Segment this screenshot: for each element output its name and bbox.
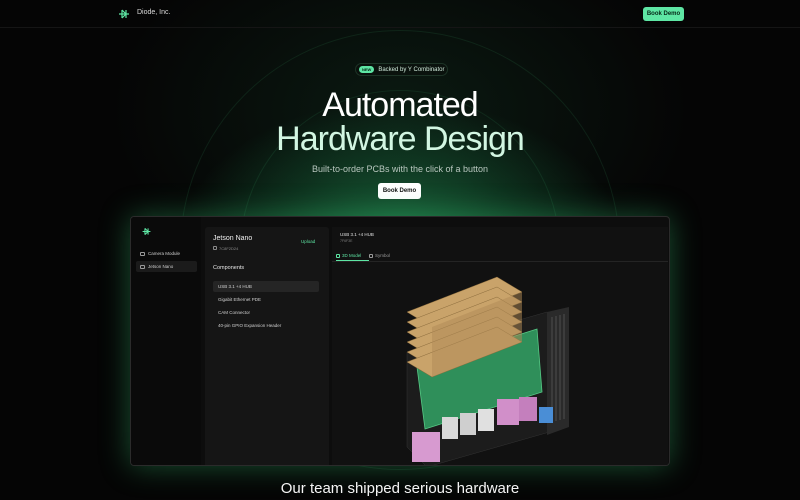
project-id: 7C8F2D24	[219, 246, 239, 251]
upload-button[interactable]: Upload	[301, 239, 315, 244]
sidebar-item-label: Camera Module	[148, 251, 181, 256]
component-item[interactable]: CAM Connector	[213, 307, 319, 318]
folder-icon	[140, 251, 145, 256]
diode-logo-icon[interactable]	[117, 7, 131, 21]
announcement-pill[interactable]: NEW Backed by Y Combinator	[355, 63, 448, 76]
folder-icon	[140, 264, 145, 269]
app-preview-window: Camera Module Jetson Nano Jetson Nano 7C…	[130, 216, 670, 466]
model-viewer-panel: USB 3.1 +4 HUB 7F6F3E 3D Model Symbol	[332, 227, 668, 466]
viewer-subtitle: 7F6F3E	[340, 239, 353, 243]
brand-name[interactable]: Diode, Inc.	[137, 9, 170, 16]
diode-logo-icon[interactable]	[141, 226, 152, 237]
sidebar-item-camera-module[interactable]: Camera Module	[136, 248, 197, 259]
sidebar-item-label: Jetson Nano	[148, 264, 174, 269]
pcb-3d-model[interactable]	[397, 257, 597, 466]
components-heading: Components	[213, 265, 245, 271]
tab-symbol[interactable]: Symbol	[369, 253, 390, 258]
id-icon	[213, 246, 217, 250]
tab-label: Symbol	[375, 253, 391, 258]
app-sidebar: Camera Module Jetson Nano	[131, 217, 201, 465]
symbol-icon	[369, 253, 373, 258]
viewer-title: USB 3.1 +4 HUB	[340, 232, 374, 237]
hero-subtitle: Built-to-order PCBs with the click of a …	[311, 164, 489, 174]
component-item[interactable]: USB 3.1 +4 HUB	[213, 281, 319, 292]
component-item[interactable]: 40-pin GPIO Expansion Header	[213, 320, 319, 331]
project-title: Jetson Nano	[213, 235, 253, 242]
hero-title-line2: Hardware Design	[276, 120, 525, 158]
book-demo-nav-button[interactable]: Book Demo	[643, 7, 684, 21]
sidebar-item-jetson-nano[interactable]: Jetson Nano	[136, 261, 197, 272]
hero-title-line1: Automated	[322, 86, 478, 124]
top-navbar: Diode, Inc. Book Demo	[0, 0, 800, 28]
project-panel: Jetson Nano 7C8F2D24 Upload Components U…	[205, 227, 329, 465]
announcement-text: Backed by Y Combinator	[378, 66, 445, 73]
tab-label: 3D Model	[342, 253, 362, 258]
cube-icon	[336, 253, 340, 258]
book-demo-hero-button[interactable]: Book Demo	[378, 183, 421, 199]
tab-3d-model[interactable]: 3D Model	[336, 253, 370, 261]
section-heading: Our team shipped serious hardware	[280, 480, 520, 497]
component-item[interactable]: Gigabit Ethernet PDE	[213, 294, 319, 305]
new-badge: NEW	[359, 66, 375, 73]
